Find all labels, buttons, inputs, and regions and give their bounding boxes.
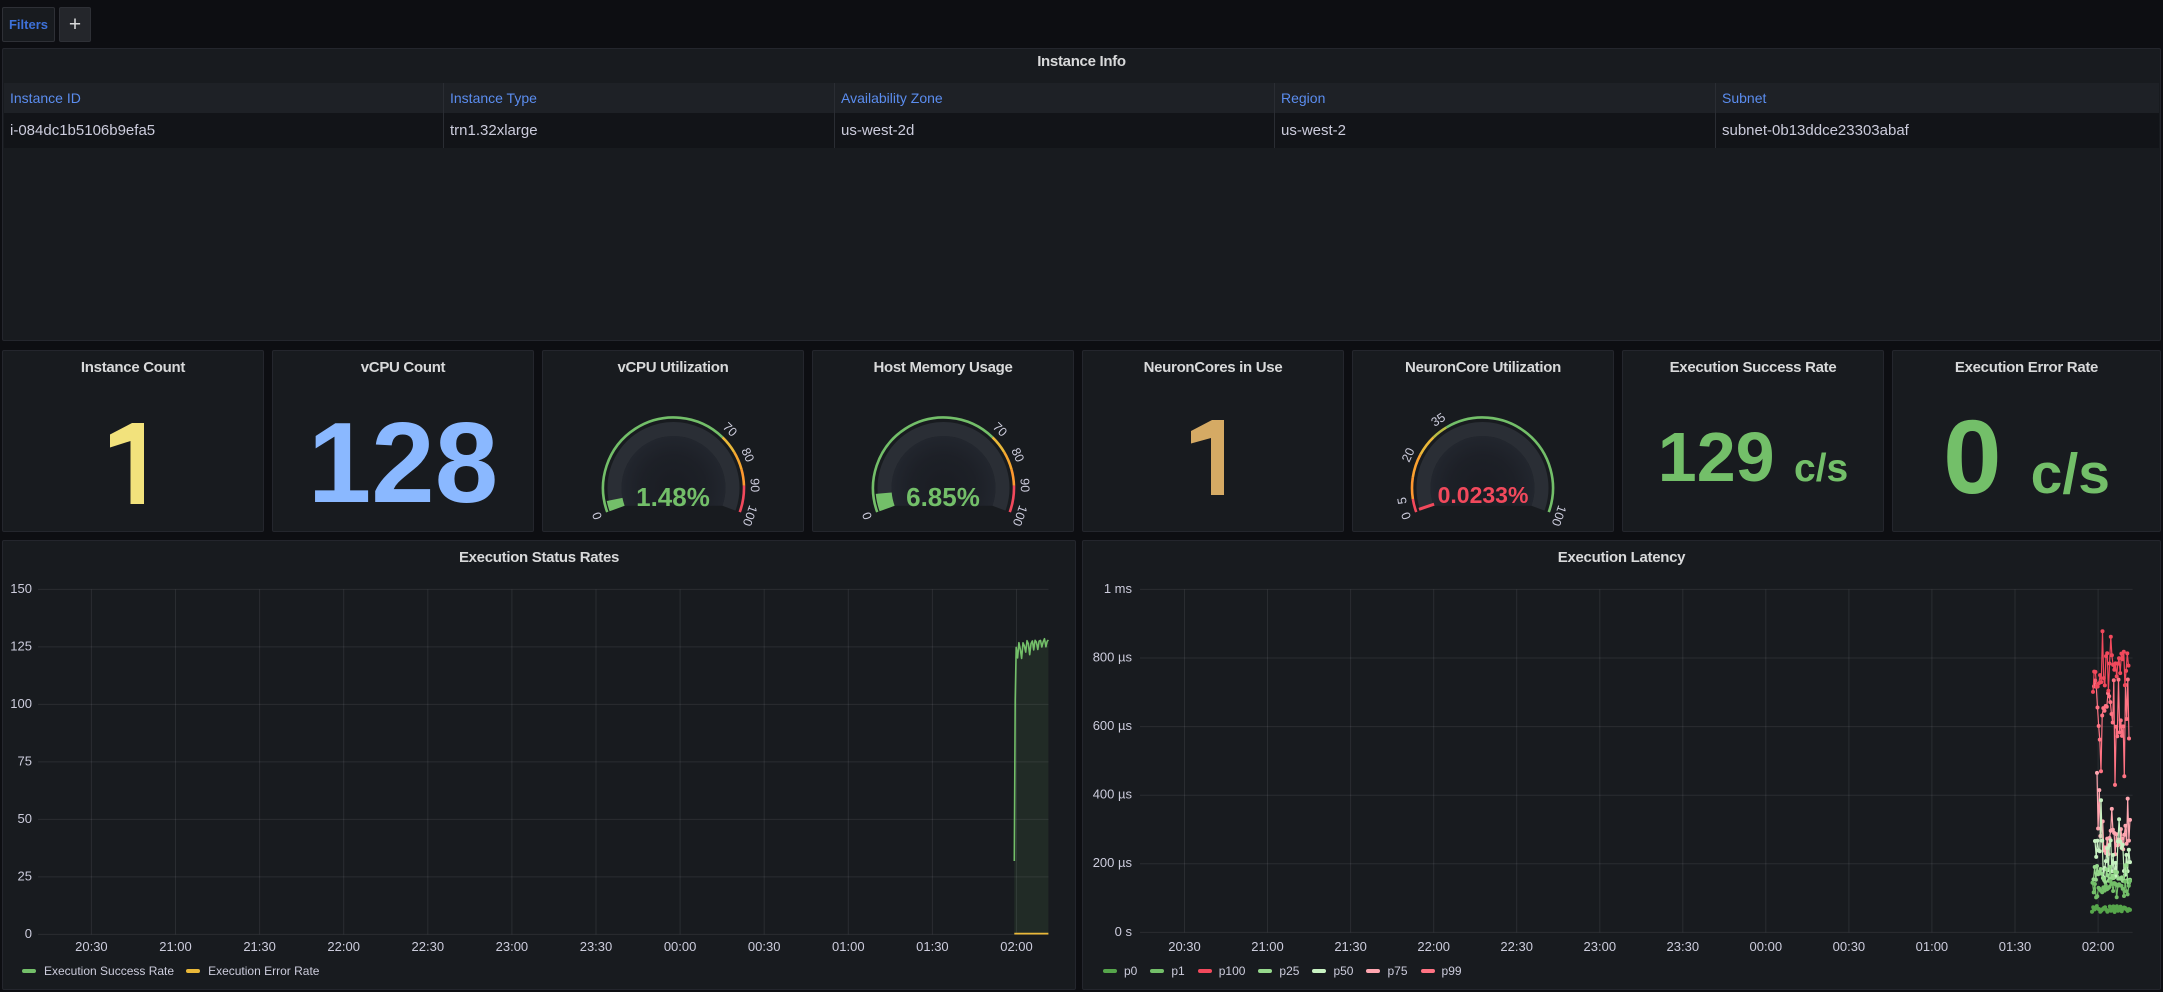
svg-text:01:00: 01:00 bbox=[1916, 939, 1949, 954]
svg-text:50: 50 bbox=[18, 811, 32, 826]
svg-text:20: 20 bbox=[1399, 446, 1417, 464]
svg-text:23:00: 23:00 bbox=[1584, 939, 1617, 954]
svg-text:21:30: 21:30 bbox=[243, 939, 276, 954]
svg-text:00:00: 00:00 bbox=[664, 939, 697, 954]
svg-text:0: 0 bbox=[859, 510, 875, 521]
svg-text:0: 0 bbox=[589, 510, 605, 521]
svg-text:80: 80 bbox=[1008, 446, 1026, 464]
svg-text:23:30: 23:30 bbox=[580, 939, 613, 954]
svg-text:00:00: 00:00 bbox=[1750, 939, 1783, 954]
svg-text:150: 150 bbox=[10, 581, 32, 596]
svg-text:400 µs: 400 µs bbox=[1093, 787, 1133, 802]
svg-text:100: 100 bbox=[10, 696, 32, 711]
svg-text:22:30: 22:30 bbox=[412, 939, 445, 954]
svg-text:02:00: 02:00 bbox=[1000, 939, 1033, 954]
svg-text:0: 0 bbox=[25, 926, 32, 941]
svg-text:75: 75 bbox=[18, 753, 32, 768]
svg-text:22:00: 22:00 bbox=[1417, 939, 1450, 954]
svg-text:0 s: 0 s bbox=[1115, 924, 1133, 939]
svg-text:00:30: 00:30 bbox=[1833, 939, 1866, 954]
svg-text:80: 80 bbox=[738, 446, 756, 464]
svg-text:22:00: 22:00 bbox=[327, 939, 360, 954]
svg-text:200 µs: 200 µs bbox=[1093, 855, 1133, 870]
svg-text:21:30: 21:30 bbox=[1334, 939, 1367, 954]
svg-text:01:00: 01:00 bbox=[832, 939, 865, 954]
svg-text:00:30: 00:30 bbox=[748, 939, 781, 954]
svg-text:23:30: 23:30 bbox=[1667, 939, 1700, 954]
svg-text:02:00: 02:00 bbox=[2082, 939, 2115, 954]
svg-text:21:00: 21:00 bbox=[159, 939, 192, 954]
svg-text:01:30: 01:30 bbox=[916, 939, 949, 954]
svg-text:21:00: 21:00 bbox=[1251, 939, 1284, 954]
svg-text:20:30: 20:30 bbox=[75, 939, 108, 954]
svg-text:01:30: 01:30 bbox=[1999, 939, 2032, 954]
svg-text:1 ms: 1 ms bbox=[1104, 581, 1133, 596]
svg-text:800 µs: 800 µs bbox=[1093, 649, 1133, 664]
svg-text:20:30: 20:30 bbox=[1168, 939, 1201, 954]
svg-text:35: 35 bbox=[1429, 410, 1448, 429]
svg-text:125: 125 bbox=[10, 638, 32, 653]
svg-text:25: 25 bbox=[18, 868, 32, 883]
svg-text:22:30: 22:30 bbox=[1500, 939, 1533, 954]
svg-text:600 µs: 600 µs bbox=[1093, 718, 1133, 733]
svg-text:0: 0 bbox=[1398, 510, 1414, 521]
svg-text:23:00: 23:00 bbox=[496, 939, 529, 954]
